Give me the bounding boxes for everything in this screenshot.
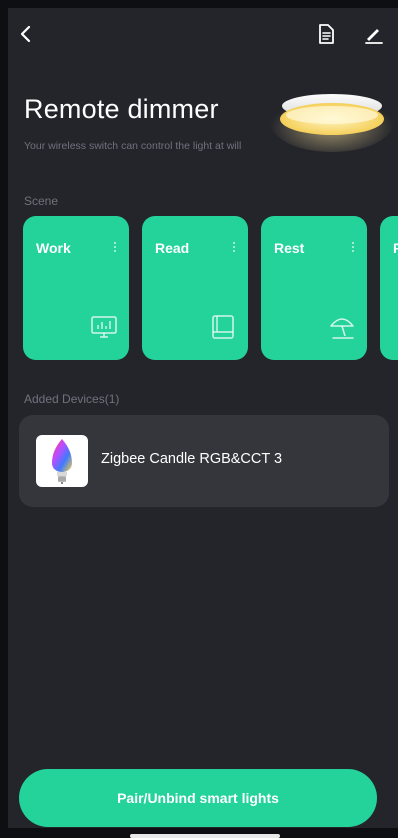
edit-button[interactable] [362,22,386,46]
scene-card-partial[interactable]: R [380,216,398,360]
scene-name: Rest [274,240,305,256]
scene-name: R [393,240,398,256]
ceiling-lamp-image [270,82,394,152]
device-name: Zigbee Candle RGB&CCT 3 [101,451,283,467]
page-subtitle: Your wireless switch can control the lig… [24,140,242,152]
scene-name: Read [155,240,190,256]
scene-card-rest[interactable]: Rest [261,216,367,360]
document-icon [319,24,334,44]
scene-card-work[interactable]: Work [23,216,129,360]
scene-more-button[interactable] [348,240,358,256]
home-indicator[interactable] [130,834,280,838]
app-screen: Remote dimmer Your wireless switch can c… [8,8,398,828]
book-icon [208,312,238,342]
top-bar [8,8,398,58]
monitor-chart-icon [89,312,119,342]
rgb-candle-bulb-icon [36,435,88,487]
page-title: Remote dimmer [24,94,219,124]
pair-unbind-button[interactable]: Pair/Unbind smart lights [19,769,377,827]
scene-name: Work [36,240,71,256]
beach-umbrella-icon [327,312,357,342]
scene-list: Work Read Rest [23,216,398,368]
scene-section-label: Scene [24,194,59,208]
devices-section-label: Added Devices(1) [24,392,120,406]
chevron-left-icon [20,25,31,43]
back-button[interactable] [14,22,38,46]
edit-pencil-icon [365,29,383,44]
scene-more-button[interactable] [110,240,120,256]
document-button[interactable] [314,22,338,46]
scene-more-button[interactable] [229,240,239,256]
device-item[interactable]: Zigbee Candle RGB&CCT 3 [19,415,389,507]
scene-card-read[interactable]: Read [142,216,248,360]
